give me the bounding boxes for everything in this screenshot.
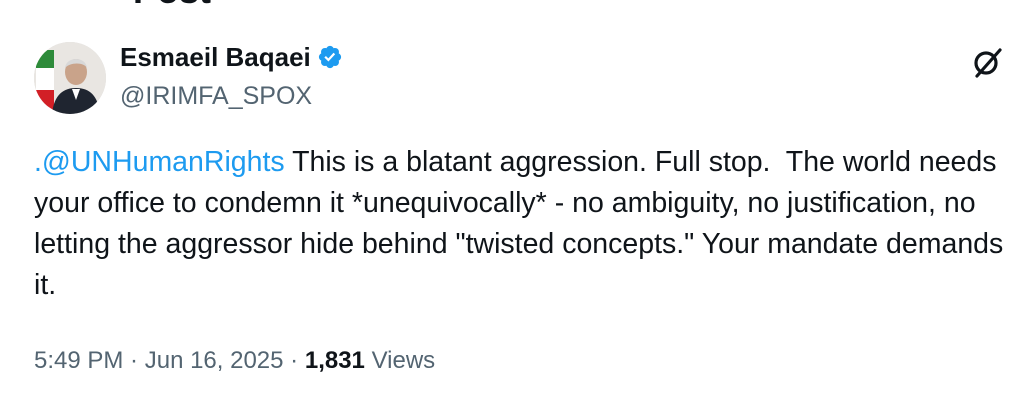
- avatar[interactable]: [34, 42, 106, 114]
- author-handle[interactable]: @IRIMFA_SPOX: [120, 80, 312, 112]
- grok-icon[interactable]: [970, 44, 1006, 80]
- tweet-metadata: 5:49 PM · Jun 16, 2025 · 1,831 Views: [34, 344, 435, 378]
- author-name-row[interactable]: Esmaeil Baqaei: [120, 40, 343, 74]
- profile-photo-icon: [34, 42, 106, 114]
- page-title: Post: [133, 0, 211, 9]
- author-name[interactable]: Esmaeil Baqaei: [120, 40, 311, 74]
- views-count[interactable]: 1,831: [305, 347, 365, 374]
- separator: ·: [123, 347, 145, 374]
- mention-link[interactable]: .@UNHumanRights: [34, 146, 285, 178]
- views-label: Views: [364, 347, 436, 374]
- tweet-text: .@UNHumanRights This is a blatant aggres…: [34, 142, 1009, 306]
- tweet-date[interactable]: Jun 16, 2025: [145, 347, 284, 374]
- tweet-time[interactable]: 5:49 PM: [34, 347, 123, 374]
- verified-badge-icon: [318, 45, 341, 69]
- separator: ·: [283, 347, 305, 374]
